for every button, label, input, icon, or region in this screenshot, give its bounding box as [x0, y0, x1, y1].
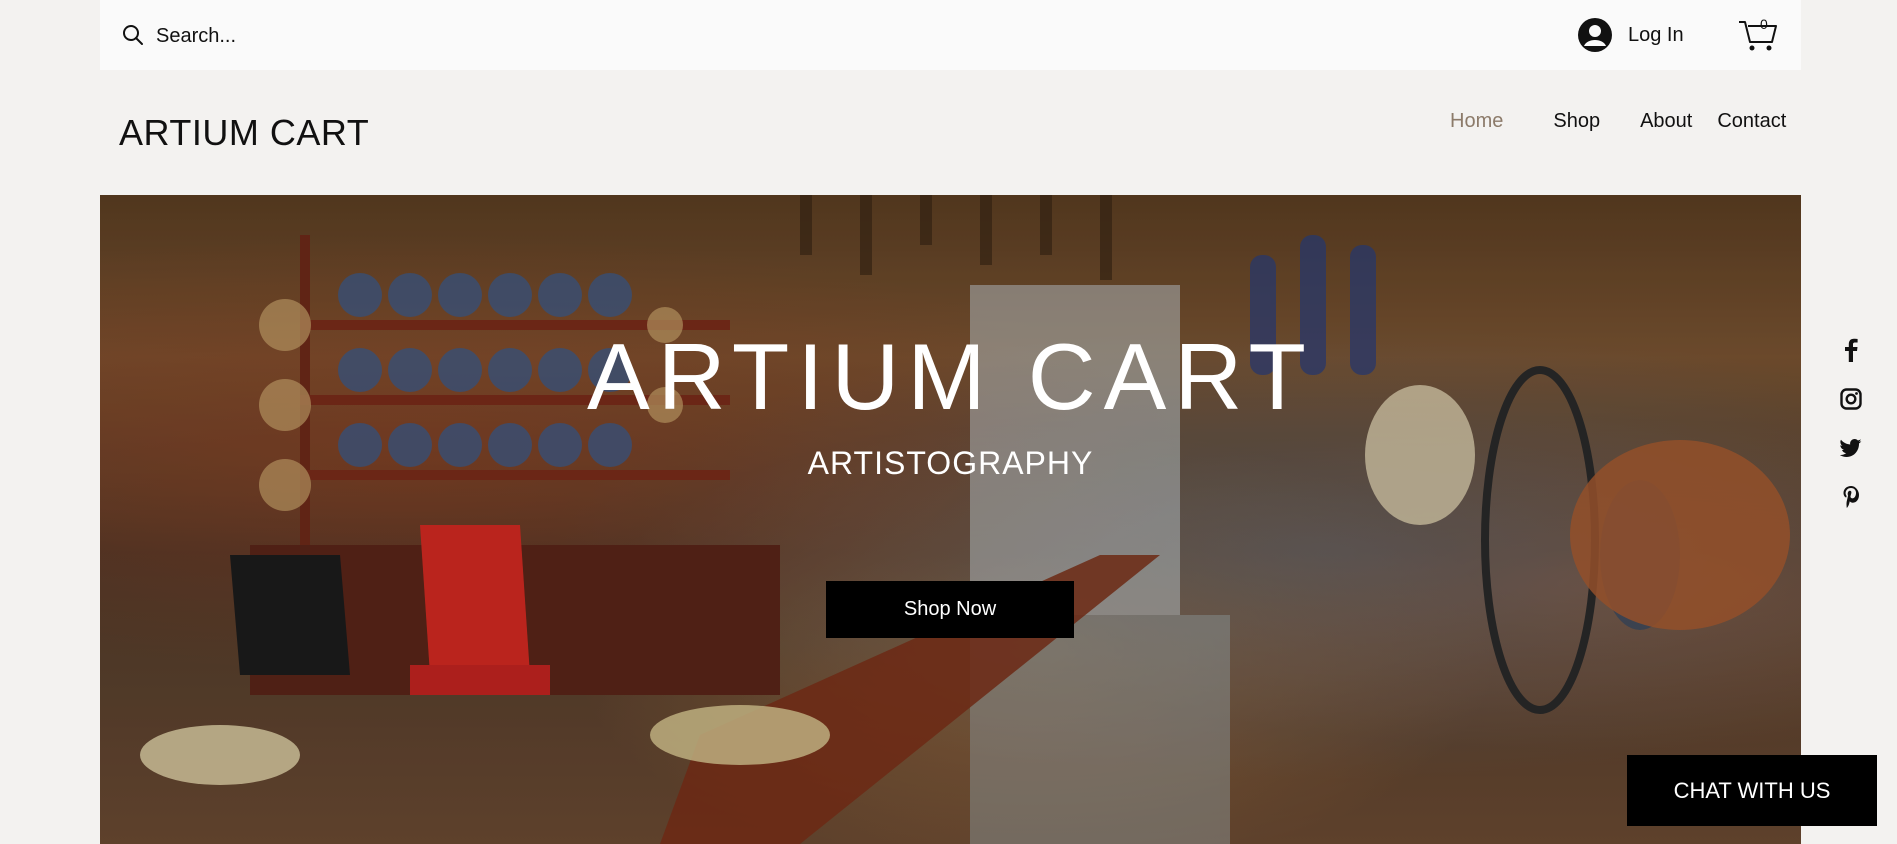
cart-button[interactable]: 0 [1738, 16, 1778, 52]
shop-now-button[interactable]: Shop Now [826, 581, 1074, 638]
avatar-icon [1578, 18, 1612, 52]
login-button[interactable]: Log In [1578, 16, 1684, 54]
cart-icon [1739, 21, 1777, 51]
site-logo[interactable]: ARTIUM CART [119, 112, 369, 154]
pinterest-icon[interactable] [1838, 485, 1864, 508]
nav-item-about[interactable]: About [1640, 106, 1692, 137]
nav-item-home[interactable]: Home [1450, 106, 1503, 137]
top-bar: Log In 0 [100, 0, 1801, 70]
search-input[interactable] [156, 20, 456, 52]
nav-item-contact[interactable]: Contact [1717, 106, 1786, 137]
search-icon[interactable] [122, 24, 144, 46]
cart-count: 0 [1760, 16, 1768, 32]
chat-with-us-button[interactable]: CHAT WITH US [1627, 755, 1877, 826]
login-label: Log In [1628, 23, 1684, 46]
twitter-icon[interactable] [1838, 436, 1864, 459]
hero-banner: ARTIUM CART ARTISTOGRAPHY Shop Now [100, 195, 1801, 844]
instagram-icon[interactable] [1838, 387, 1864, 410]
main-nav: Home Shop About Contact [1450, 106, 1786, 137]
hero-subtitle: ARTISTOGRAPHY [807, 445, 1094, 481]
social-bar [1838, 338, 1864, 508]
nav-item-shop[interactable]: Shop [1553, 106, 1600, 137]
facebook-icon[interactable] [1838, 338, 1864, 362]
hero-title: ARTIUM CART [587, 324, 1314, 429]
hero-overlay [100, 195, 1801, 844]
